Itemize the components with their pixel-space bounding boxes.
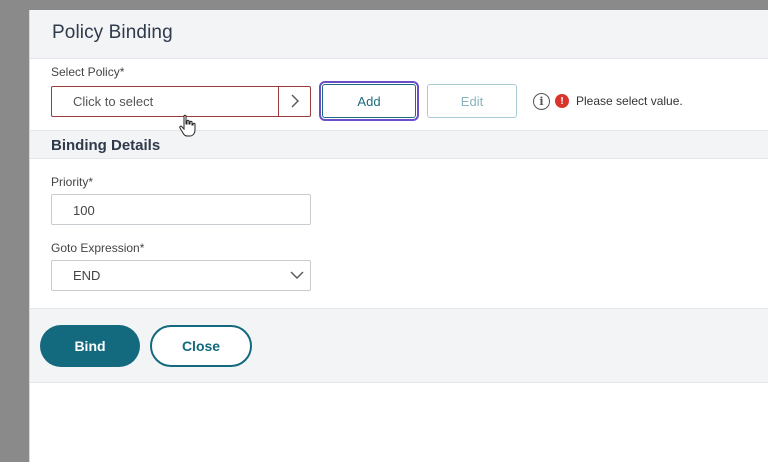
policy-binding-dialog: Policy Binding Select Policy* Click to s… — [29, 10, 768, 462]
select-policy-label: Select Policy* — [51, 65, 125, 79]
close-button[interactable]: Close — [150, 324, 252, 367]
edit-button[interactable]: Edit — [427, 84, 517, 118]
chevron-down-icon[interactable] — [290, 271, 304, 280]
binding-details-section: Priority* 100 Goto Expression* END — [30, 159, 768, 309]
select-policy-field[interactable]: Click to select — [51, 85, 311, 117]
chevron-right-icon[interactable] — [279, 87, 310, 116]
error-message: Please select value. — [576, 94, 683, 108]
bind-button[interactable]: Bind — [40, 324, 140, 367]
binding-details-header: Binding Details — [30, 131, 768, 159]
goto-expression-label: Goto Expression* — [51, 241, 145, 255]
dialog-header: Policy Binding — [30, 10, 768, 59]
dialog-footer: Bind Close — [30, 309, 768, 383]
binding-details-title: Binding Details — [51, 137, 161, 154]
select-policy-row: Click to select Add Edit i ! Please sele… — [51, 81, 768, 121]
goto-expression-select[interactable]: END — [51, 260, 311, 291]
hand-cursor-icon — [179, 114, 196, 137]
dialog-title: Policy Binding — [52, 22, 173, 43]
select-policy-placeholder[interactable]: Click to select — [52, 86, 279, 116]
goto-expression-value: END — [73, 268, 101, 283]
priority-input[interactable]: 100 — [51, 194, 311, 225]
select-policy-section: Select Policy* Click to select Add Edit … — [30, 59, 768, 137]
add-button[interactable]: Add — [319, 81, 419, 121]
error-icon: ! — [555, 94, 569, 108]
priority-label: Priority* — [51, 175, 94, 189]
info-icon[interactable]: i — [533, 92, 550, 110]
